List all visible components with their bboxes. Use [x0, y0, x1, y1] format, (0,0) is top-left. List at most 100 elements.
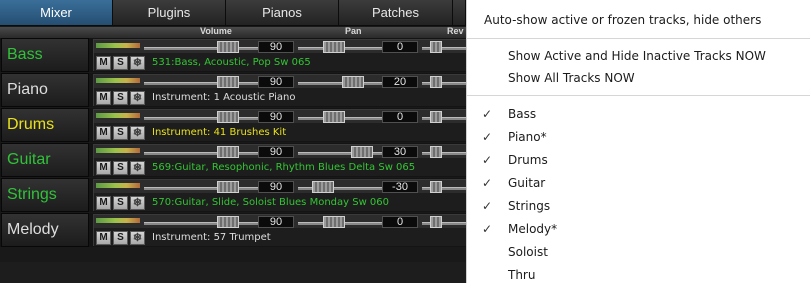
- pan-value[interactable]: 0: [382, 111, 418, 123]
- level-meter: [96, 113, 140, 118]
- reverb-slider-thumb[interactable]: [430, 76, 442, 88]
- mute-button[interactable]: M: [96, 161, 111, 175]
- pan-slider-thumb[interactable]: [323, 41, 345, 53]
- reverb-slider-track[interactable]: [422, 152, 466, 155]
- freeze-icon[interactable]: ❄: [130, 196, 145, 210]
- volume-slider-track[interactable]: [144, 187, 262, 190]
- volume-value[interactable]: 90: [258, 181, 294, 193]
- pan-value[interactable]: 30: [382, 146, 418, 158]
- instrument-label[interactable]: Instrument: 1 Acoustic Piano: [152, 91, 296, 105]
- instrument-label[interactable]: Instrument: 41 Brushes Kit: [152, 126, 286, 140]
- solo-button[interactable]: S: [113, 126, 128, 140]
- volume-slider-track[interactable]: [144, 152, 262, 155]
- solo-button[interactable]: S: [113, 161, 128, 175]
- reverb-slider-track[interactable]: [422, 82, 466, 85]
- volume-slider-track[interactable]: [144, 47, 262, 50]
- instrument-label[interactable]: 569:Guitar, Resophonic, Rhythm Blues Del…: [152, 161, 415, 175]
- solo-button[interactable]: S: [113, 196, 128, 210]
- solo-button[interactable]: S: [113, 231, 128, 245]
- pan-slider-thumb[interactable]: [351, 146, 373, 158]
- reverb-slider-track[interactable]: [422, 117, 466, 120]
- mute-button[interactable]: M: [96, 196, 111, 210]
- reverb-slider-thumb[interactable]: [430, 41, 442, 53]
- menu-track-item-label: Guitar: [508, 176, 546, 190]
- menu-item-show-all[interactable]: Show All Tracks NOW: [467, 68, 810, 88]
- track-controls: 90 30 M S ❄ 569:Guitar, Resophonic, Rhyt…: [93, 144, 466, 176]
- track-name[interactable]: Drums: [1, 108, 89, 142]
- menu-track-item[interactable]: Soloist: [467, 242, 810, 262]
- pan-slider-thumb[interactable]: [323, 111, 345, 123]
- reverb-slider-thumb[interactable]: [430, 216, 442, 228]
- tab-patches[interactable]: Patches: [339, 0, 453, 26]
- volume-slider-thumb[interactable]: [217, 111, 239, 123]
- reverb-slider-thumb[interactable]: [430, 111, 442, 123]
- track-name[interactable]: Strings: [1, 178, 89, 212]
- pan-value[interactable]: 0: [382, 216, 418, 228]
- menu-item-show-active-hide-inactive[interactable]: Show Active and Hide Inactive Tracks NOW: [467, 46, 810, 66]
- pan-value[interactable]: -30: [382, 181, 418, 193]
- track-name[interactable]: Guitar: [1, 143, 89, 177]
- track-name[interactable]: Bass: [1, 38, 89, 72]
- track-name[interactable]: Piano: [1, 73, 89, 107]
- instrument-label[interactable]: 531:Bass, Acoustic, Pop Sw 065: [152, 56, 311, 70]
- pan-slider-thumb[interactable]: [312, 181, 334, 193]
- pan-value[interactable]: 0: [382, 41, 418, 53]
- pan-value[interactable]: 20: [382, 76, 418, 88]
- freeze-icon[interactable]: ❄: [130, 231, 145, 245]
- volume-slider-thumb[interactable]: [217, 146, 239, 158]
- volume-value[interactable]: 90: [258, 76, 294, 88]
- mute-button[interactable]: M: [96, 231, 111, 245]
- volume-slider-thumb[interactable]: [217, 41, 239, 53]
- menu-track-item[interactable]: ✓ Piano*: [467, 127, 810, 147]
- tab-mixer[interactable]: Mixer: [0, 0, 113, 26]
- menu-track-item[interactable]: ✓ Strings: [467, 196, 810, 216]
- volume-slider-track[interactable]: [144, 82, 262, 85]
- volume-slider-thumb[interactable]: [217, 216, 239, 228]
- level-meter: [96, 43, 140, 48]
- mute-button[interactable]: M: [96, 91, 111, 105]
- track-name[interactable]: Melody: [1, 213, 89, 247]
- volume-value[interactable]: 90: [258, 216, 294, 228]
- freeze-icon[interactable]: ❄: [130, 91, 145, 105]
- menu-track-item[interactable]: Thru: [467, 265, 810, 285]
- track-row: Bass 90 0 M S ❄ 531:Bass, Acoustic, Pop …: [0, 38, 466, 72]
- tab-plugins[interactable]: Plugins: [113, 0, 226, 26]
- volume-value[interactable]: 90: [258, 41, 294, 53]
- volume-value[interactable]: 90: [258, 111, 294, 123]
- reverb-slider-thumb[interactable]: [430, 146, 442, 158]
- pan-slider-track[interactable]: [298, 152, 394, 155]
- menu-item-auto-show[interactable]: Auto-show active or frozen tracks, hide …: [467, 10, 810, 30]
- freeze-icon[interactable]: ❄: [130, 161, 145, 175]
- volume-slider-track[interactable]: [144, 222, 262, 225]
- menu-track-item[interactable]: ✓ Drums: [467, 150, 810, 170]
- volume-slider-track[interactable]: [144, 117, 262, 120]
- volume-slider-thumb[interactable]: [217, 76, 239, 88]
- reverb-slider-thumb[interactable]: [430, 181, 442, 193]
- mute-button[interactable]: M: [96, 126, 111, 140]
- mute-button[interactable]: M: [96, 56, 111, 70]
- checkmark-icon: ✓: [482, 199, 493, 213]
- menu-track-item[interactable]: ✓ Melody*: [467, 219, 810, 239]
- mixer-panel: Mixer Plugins Pianos Patches Volume Pan …: [0, 0, 466, 283]
- reverb-slider-track[interactable]: [422, 222, 466, 225]
- freeze-icon[interactable]: ❄: [130, 56, 145, 70]
- pan-slider-track[interactable]: [298, 117, 394, 120]
- solo-button[interactable]: S: [113, 56, 128, 70]
- instrument-label[interactable]: Instrument: 57 Trumpet: [152, 231, 271, 245]
- menu-track-item[interactable]: ✓ Bass: [467, 104, 810, 124]
- solo-button[interactable]: S: [113, 91, 128, 105]
- reverb-slider-track[interactable]: [422, 47, 466, 50]
- tab-pianos[interactable]: Pianos: [226, 0, 339, 26]
- menu-track-item[interactable]: ✓ Guitar: [467, 173, 810, 193]
- volume-slider-thumb[interactable]: [217, 181, 239, 193]
- level-meter: [96, 78, 140, 83]
- pan-slider-track[interactable]: [298, 47, 394, 50]
- reverb-slider-track[interactable]: [422, 187, 466, 190]
- pan-slider-thumb[interactable]: [323, 216, 345, 228]
- pan-slider-track[interactable]: [298, 222, 394, 225]
- instrument-label[interactable]: 570:Guitar, Slide, Soloist Blues Monday …: [152, 196, 389, 210]
- pan-slider-thumb[interactable]: [342, 76, 364, 88]
- track-controls: 90 -30 M S ❄ 570:Guitar, Slide, Soloist …: [93, 179, 466, 211]
- volume-value[interactable]: 90: [258, 146, 294, 158]
- freeze-icon[interactable]: ❄: [130, 126, 145, 140]
